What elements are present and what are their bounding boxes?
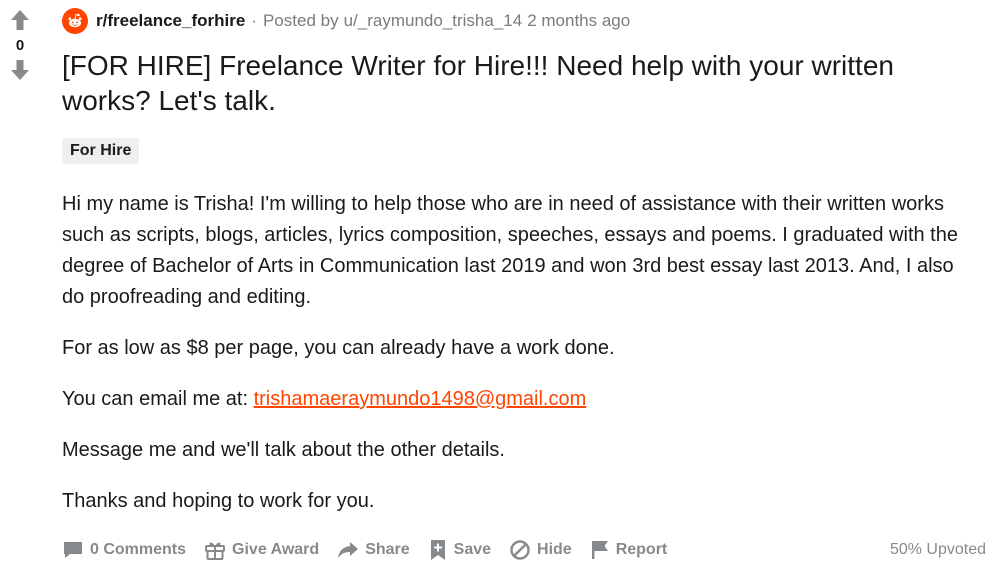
vote-count: 0 <box>15 37 25 54</box>
post-time[interactable]: 2 months ago <box>527 11 630 31</box>
post: r/freelance_forhire · Posted by u/_raymu… <box>62 0 990 537</box>
flag-icon <box>591 541 608 559</box>
reddit-alien-icon <box>68 13 82 28</box>
comment-icon <box>64 542 82 558</box>
give-award-button[interactable]: Give Award <box>204 539 319 561</box>
save-button[interactable]: Save <box>428 539 491 561</box>
post-title[interactable]: [FOR HIRE] Freelance Writer for Hire!!! … <box>62 48 972 118</box>
upvote-button[interactable] <box>8 8 32 32</box>
report-label: Report <box>615 541 668 558</box>
hide-icon <box>510 540 530 560</box>
email-link[interactable]: trishamaeraymundo1498@gmail.com <box>254 388 587 410</box>
post-flair[interactable]: For Hire <box>62 138 140 164</box>
comments-button[interactable]: 0 Comments <box>62 540 186 560</box>
gift-icon <box>205 542 226 560</box>
subreddit-icon[interactable] <box>62 8 88 34</box>
body-paragraph: Message me and we'll talk about the othe… <box>62 439 505 461</box>
email-prefix: You can email me at: <box>62 388 254 410</box>
body-paragraph: Hi my name is Trisha! I'm willing to hel… <box>62 193 958 308</box>
save-label: Save <box>453 541 492 558</box>
bookmark-plus-icon <box>430 540 445 560</box>
comments-label: 0 Comments <box>90 541 187 558</box>
post-meta: r/freelance_forhire · Posted by u/_raymu… <box>62 0 990 42</box>
report-button[interactable]: Report <box>590 539 668 561</box>
hide-button[interactable]: Hide <box>509 539 572 561</box>
share-button[interactable]: Share <box>337 540 410 560</box>
post-body: Hi my name is Trisha! I'm willing to hel… <box>62 189 972 517</box>
give-award-label: Give Award <box>232 541 320 558</box>
share-icon <box>338 542 359 558</box>
post-action-bar: 0 Comments Give Award Share Save Hide Re… <box>62 536 986 564</box>
subreddit-link[interactable]: r/freelance_forhire <box>96 11 245 31</box>
posted-by-label: Posted by <box>262 11 339 30</box>
hide-label: Hide <box>537 541 572 558</box>
meta-separator: · <box>251 11 257 30</box>
body-paragraph: Thanks and hoping to work for you. <box>62 490 375 512</box>
share-label: Share <box>365 541 410 558</box>
vote-column: 0 <box>0 8 40 82</box>
downvote-button[interactable] <box>8 58 32 82</box>
email-paragraph: You can email me at: trishamaeraymundo14… <box>62 384 972 415</box>
upvote-percentage: 50% Upvoted <box>889 541 986 558</box>
author-link[interactable]: u/_raymundo_trisha_14 <box>344 11 523 31</box>
body-paragraph: For as low as $8 per page, you can alrea… <box>62 337 615 359</box>
arrow-down-icon <box>11 60 29 80</box>
arrow-up-icon <box>11 10 29 30</box>
